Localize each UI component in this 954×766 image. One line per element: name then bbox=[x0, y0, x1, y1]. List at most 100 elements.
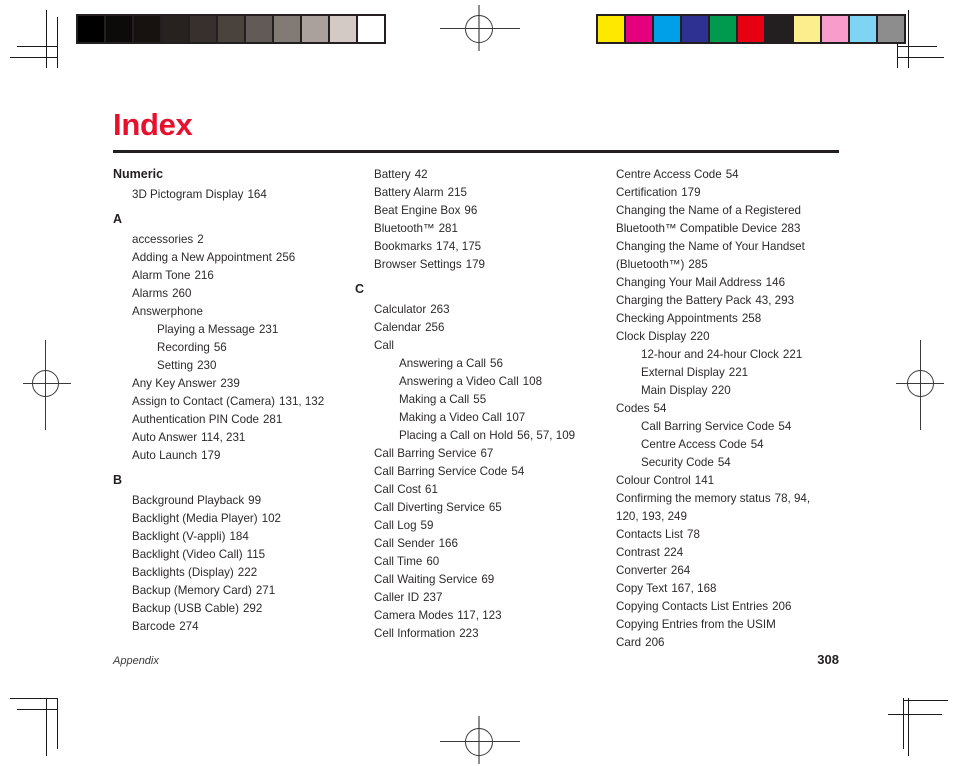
index-entry[interactable]: Answerphone bbox=[113, 303, 343, 321]
grayscale-swatch bbox=[162, 16, 190, 42]
index-entry[interactable]: Call Cost 61 bbox=[355, 481, 585, 499]
index-entry-pages: 256 bbox=[275, 251, 296, 264]
index-entry[interactable]: Battery Alarm 215 bbox=[355, 184, 585, 202]
index-entry-text: Copying Entries from the USIM Card bbox=[616, 618, 776, 649]
index-entry[interactable]: Background Playback 99 bbox=[113, 492, 343, 510]
index-subentry[interactable]: Centre Access Code 54 bbox=[597, 436, 827, 454]
index-subentry[interactable]: Security Code 54 bbox=[597, 454, 827, 472]
index-entry[interactable]: Any Key Answer 239 bbox=[113, 375, 343, 393]
index-entry-text: Changing the Name of Your Handset (Bluet… bbox=[616, 240, 805, 271]
index-entry[interactable]: Barcode 274 bbox=[113, 618, 343, 636]
index-entry[interactable]: Call bbox=[355, 337, 585, 355]
index-entry[interactable]: accessories 2 bbox=[113, 231, 343, 249]
index-subentry[interactable]: Making a Video Call 107 bbox=[355, 409, 585, 427]
index-entry-text: Bookmarks bbox=[374, 240, 432, 253]
index-entry[interactable]: Backup (Memory Card) 271 bbox=[113, 582, 343, 600]
index-entry[interactable]: Call Waiting Service 69 bbox=[355, 571, 585, 589]
index-entry-pages: 167, 168 bbox=[671, 582, 717, 595]
index-entry[interactable]: Changing Your Mail Address 146 bbox=[597, 274, 827, 292]
index-entry[interactable]: Auto Answer 114, 231 bbox=[113, 429, 343, 447]
index-entry-pages: 141 bbox=[694, 474, 715, 487]
index-entry-text: Answering a Call bbox=[399, 357, 486, 370]
index-entry[interactable]: Copy Text 167, 168 bbox=[597, 580, 827, 598]
index-entry[interactable]: Camera Modes 117, 123 bbox=[355, 607, 585, 625]
index-entry-pages: 54 bbox=[653, 402, 667, 415]
index-entry-pages: 285 bbox=[688, 258, 708, 271]
index-subentry[interactable]: 12-hour and 24-hour Clock 221 bbox=[597, 346, 827, 364]
index-subentry[interactable]: Playing a Message 231 bbox=[113, 321, 343, 339]
index-entry-text: Call Barring Service Code bbox=[374, 465, 508, 478]
index-entry-pages: 43, 293 bbox=[755, 294, 795, 307]
index-entry[interactable]: Backlight (Media Player) 102 bbox=[113, 510, 343, 528]
index-entry[interactable]: Calendar 256 bbox=[355, 319, 585, 337]
index-entry-pages: 224 bbox=[663, 546, 684, 559]
index-entry-list: Battery 42 Battery Alarm 215 Beat Engine Box… bbox=[355, 166, 585, 274]
index-column: Battery 42 Battery Alarm 215 Beat Engine Box… bbox=[355, 166, 597, 652]
index-subentry[interactable]: Setting 230 bbox=[113, 357, 343, 375]
index-entry[interactable]: Checking Appointments 258 bbox=[597, 310, 827, 328]
index-entry-pages: 61 bbox=[425, 483, 438, 496]
index-entry[interactable]: Call Sender 166 bbox=[355, 535, 585, 553]
index-entry[interactable]: Cell Information 223 bbox=[355, 625, 585, 643]
index-entry[interactable]: Backlight (Video Call) 115 bbox=[113, 546, 343, 564]
index-entry[interactable]: Changing the Name of a Registered Blueto… bbox=[597, 202, 827, 238]
index-entry[interactable]: Backlights (Display) 222 bbox=[113, 564, 343, 582]
index-entry[interactable]: Backup (USB Cable) 292 bbox=[113, 600, 343, 618]
index-entry[interactable]: Assign to Contact (Camera) 131, 132 bbox=[113, 393, 343, 411]
index-entry[interactable]: 3D Pictogram Display 164 bbox=[113, 186, 343, 204]
index-subentry[interactable]: Making a Call 55 bbox=[355, 391, 585, 409]
index-entry[interactable]: Copying Contacts List Entries 206 bbox=[597, 598, 827, 616]
index-entry[interactable]: Contrast 224 bbox=[597, 544, 827, 562]
index-entry[interactable]: Beat Engine Box 96 bbox=[355, 202, 585, 220]
index-entry[interactable]: Auto Launch 179 bbox=[113, 447, 343, 465]
index-subentry[interactable]: Placing a Call on Hold 56, 57, 109 bbox=[355, 427, 585, 445]
index-entry[interactable]: Alarms 260 bbox=[113, 285, 343, 303]
index-entry[interactable]: Calculator 263 bbox=[355, 301, 585, 319]
index-entry[interactable]: Alarm Tone 216 bbox=[113, 267, 343, 285]
index-entry[interactable]: Charging the Battery Pack 43, 293 bbox=[597, 292, 827, 310]
index-entry-text: Changing Your Mail Address bbox=[616, 276, 762, 289]
index-subentry[interactable]: Recording 56 bbox=[113, 339, 343, 357]
index-entry[interactable]: Converter 264 bbox=[597, 562, 827, 580]
index-entry[interactable]: Centre Access Code 54 bbox=[597, 166, 827, 184]
index-subentry[interactable]: Call Barring Service Code 54 bbox=[597, 418, 827, 436]
index-entry[interactable]: Confirming the memory status 78, 94, 120,… bbox=[597, 490, 827, 526]
index-entry[interactable]: Call Time 60 bbox=[355, 553, 585, 571]
index-entry[interactable]: Clock Display 220 bbox=[597, 328, 827, 346]
index-entry[interactable]: Certification 179 bbox=[597, 184, 827, 202]
index-entry[interactable]: Battery 42 bbox=[355, 166, 585, 184]
index-entry[interactable]: Caller ID 237 bbox=[355, 589, 585, 607]
index-entry-text: Making a Video Call bbox=[399, 411, 502, 424]
index-entry[interactable]: Backlight (V-appli) 184 bbox=[113, 528, 343, 546]
index-entry-text: Setting bbox=[157, 359, 194, 372]
index-entry[interactable]: Browser Settings 179 bbox=[355, 256, 585, 274]
index-entry[interactable]: Copying Entries from the USIM Card 206 bbox=[597, 616, 827, 652]
index-entry[interactable]: Changing the Name of Your Handset (Bluet… bbox=[597, 238, 827, 274]
index-letter-heading: Numeric bbox=[113, 167, 164, 181]
index-entry[interactable]: Call Log 59 bbox=[355, 517, 585, 535]
index-subentry[interactable]: Answering a Video Call 108 bbox=[355, 373, 585, 391]
index-entry-pages: 222 bbox=[237, 566, 258, 579]
index-subentry[interactable]: External Display 221 bbox=[597, 364, 827, 382]
index-entry-pages: 59 bbox=[420, 519, 434, 532]
index-entry[interactable]: Codes 54 bbox=[597, 400, 827, 418]
index-entry-pages: 216 bbox=[194, 269, 214, 282]
index-entry[interactable]: Call Barring Service 67 bbox=[355, 445, 585, 463]
index-letter-heading: C bbox=[355, 282, 365, 296]
index-entry[interactable]: Colour Control 141 bbox=[597, 472, 827, 490]
index-entry[interactable]: Bluetooth™ 281 bbox=[355, 220, 585, 238]
crop-mark-top-right-horizontal-inner bbox=[897, 46, 937, 47]
index-entry[interactable]: Call Diverting Service 65 bbox=[355, 499, 585, 517]
index-entry-pages: 292 bbox=[242, 602, 263, 615]
index-entry[interactable]: Adding a New Appointment 256 bbox=[113, 249, 343, 267]
index-entry-pages: 60 bbox=[426, 555, 440, 568]
index-subentry[interactable]: Main Display 220 bbox=[597, 382, 827, 400]
registration-mark-top-circle bbox=[465, 15, 493, 43]
index-entry[interactable]: Contacts List 78 bbox=[597, 526, 827, 544]
index-entry-pages: 283 bbox=[781, 222, 801, 235]
index-entry[interactable]: Bookmarks 174, 175 bbox=[355, 238, 585, 256]
index-entry-pages: 281 bbox=[262, 413, 283, 426]
index-subentry[interactable]: Answering a Call 56 bbox=[355, 355, 585, 373]
index-entry[interactable]: Authentication PIN Code 281 bbox=[113, 411, 343, 429]
index-entry[interactable]: Call Barring Service Code 54 bbox=[355, 463, 585, 481]
